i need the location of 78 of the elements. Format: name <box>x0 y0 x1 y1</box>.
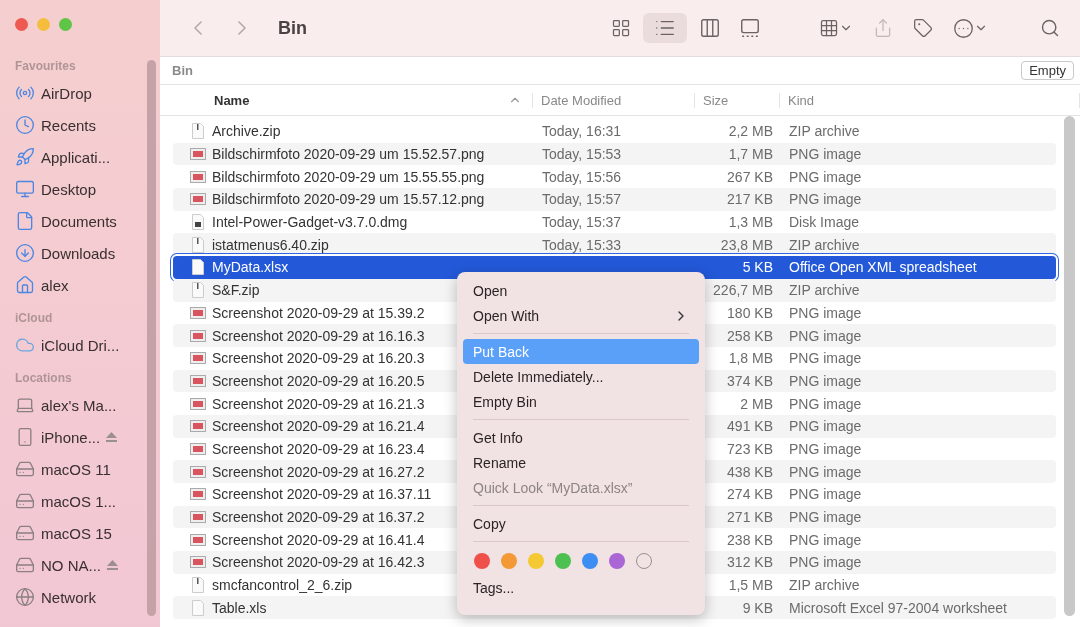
file-kind: PNG image <box>788 554 863 571</box>
file-size: 312 KB <box>726 554 774 571</box>
file-size: 9 KB <box>741 599 774 616</box>
file-name: Screenshot 2020-09-29 at 16.37.11 <box>212 486 432 503</box>
file-kind: Office Open XML spreadsheet <box>788 259 978 276</box>
file-size: 491 KB <box>726 418 774 435</box>
file-size: 1,7 MB <box>727 146 774 163</box>
file-size: 238 KB <box>726 531 774 548</box>
file-name: Screenshot 2020-09-29 at 16.16.3 <box>212 327 425 344</box>
file-size: 180 KB <box>726 304 774 321</box>
file-name: Archive.zip <box>212 123 281 140</box>
file-kind: PNG image <box>788 509 863 526</box>
date-modified: Today, 15:53 <box>541 146 623 163</box>
date-modified: Today, 15:37 <box>541 214 623 231</box>
file-kind: PNG image <box>788 486 863 503</box>
file-name: Screenshot 2020-09-29 at 16.41.4 <box>212 531 425 548</box>
file-kind: PNG image <box>788 350 863 367</box>
file-kind: PNG image <box>788 440 863 457</box>
file-name: Screenshot 2020-09-29 at 16.20.5 <box>212 372 425 389</box>
file-kind: Microsoft Excel 97-2004 worksheet <box>788 599 1008 616</box>
file-size: 2,2 MB <box>727 123 774 140</box>
file-name: Screenshot 2020-09-29 at 15.39.2 <box>212 304 425 321</box>
file-name: Intel-Power-Gadget-v3.7.0.dmg <box>212 214 408 231</box>
sidebar-section-title: Favourites <box>15 59 77 73</box>
file-kind: ZIP archive <box>788 123 861 140</box>
file-size: 5 KB <box>741 259 774 276</box>
file-name: smcfancontrol_2_6.zip <box>212 577 353 594</box>
file-size: 258 KB <box>726 327 774 344</box>
file-name: MyData.xlsx <box>212 259 289 276</box>
sidebar-section-title: Locations <box>15 371 73 385</box>
file-size: 723 KB <box>726 440 774 457</box>
file-kind: PNG image <box>788 304 863 321</box>
sidebar-section-title: iCloud <box>15 311 54 325</box>
file-name: Screenshot 2020-09-29 at 16.21.4 <box>212 418 425 435</box>
file-size: 1,8 MB <box>727 350 774 367</box>
column-title: Name <box>214 92 250 108</box>
file-kind: PNG image <box>788 146 863 163</box>
file-kind: PNG image <box>788 372 863 389</box>
file-kind: PNG image <box>788 418 863 435</box>
file-name: istatmenus6.40.zip <box>212 236 329 253</box>
date-modified: Today, 15:33 <box>541 236 623 253</box>
file-name: Screenshot 2020-09-29 at 16.23.4 <box>212 440 425 457</box>
file-size: 226,7 MB <box>712 282 774 299</box>
file-size: 267 KB <box>726 168 774 185</box>
file-size: 438 KB <box>726 463 774 480</box>
file-name: Screenshot 2020-09-29 at 16.42.3 <box>212 554 425 571</box>
file-name: Bildschirmfoto 2020-09-29 um 15.57.12.png <box>212 191 485 208</box>
file-size: 274 KB <box>726 486 774 503</box>
file-kind: PNG image <box>788 191 863 208</box>
date-modified: Today, 15:56 <box>541 168 623 185</box>
file-kind: PNG image <box>788 531 863 548</box>
file-size: 374 KB <box>726 372 774 389</box>
file-size: 1,3 MB <box>727 214 774 231</box>
file-kind: PNG image <box>788 168 863 185</box>
file-name: Screenshot 2020-09-29 at 16.37.2 <box>212 509 425 526</box>
file-kind: ZIP archive <box>788 236 861 253</box>
path-label: Bin <box>172 63 193 78</box>
file-size: 23,8 MB <box>719 236 774 253</box>
date-modified: Today, 16:31 <box>541 123 623 140</box>
file-name: Table.xls <box>212 599 267 616</box>
file-size: 2 MB <box>739 395 774 412</box>
file-size: 1,5 MB <box>727 577 774 594</box>
file-kind: PNG image <box>788 395 863 412</box>
file-name: Screenshot 2020-09-29 at 16.27.2 <box>212 463 425 480</box>
file-name: Bildschirmfoto 2020-09-29 um 15.52.57.png <box>212 146 485 163</box>
file-name: S&F.zip <box>212 282 260 299</box>
file-kind: PNG image <box>788 327 863 344</box>
date-modified: Today, 15:57 <box>541 191 623 208</box>
file-kind: Disk Image <box>788 214 861 231</box>
window-title: Bin <box>278 17 307 39</box>
file-kind: ZIP archive <box>788 282 861 299</box>
file-kind: ZIP archive <box>788 577 861 594</box>
file-size: 217 KB <box>726 191 774 208</box>
file-kind: PNG image <box>788 463 863 480</box>
file-size: 271 KB <box>726 509 774 526</box>
file-name: Screenshot 2020-09-29 at 16.21.3 <box>212 395 425 412</box>
file-name: Screenshot 2020-09-29 at 16.20.3 <box>212 350 425 367</box>
file-name: Bildschirmfoto 2020-09-29 um 15.55.55.png <box>212 168 485 185</box>
